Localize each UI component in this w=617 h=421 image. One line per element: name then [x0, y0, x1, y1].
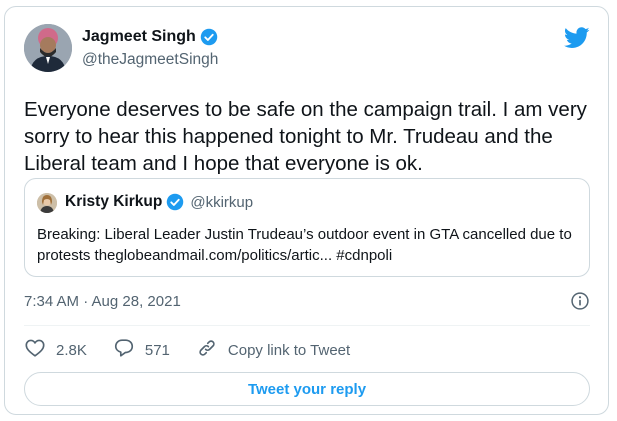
- author-avatar[interactable]: [24, 24, 72, 72]
- reply-button[interactable]: 571: [113, 337, 170, 364]
- quoted-tweet-text: Breaking: Liberal Leader Justin Trudeau’…: [37, 226, 572, 264]
- author-name-row: Jagmeet Singh: [82, 28, 218, 46]
- tweet-meta-row: 7:34 AM · Aug 28, 2021: [24, 290, 590, 312]
- info-icon[interactable]: [570, 291, 590, 311]
- copy-link-label: Copy link to Tweet: [227, 341, 351, 359]
- author-name[interactable]: Jagmeet Singh: [82, 28, 196, 46]
- author-handle[interactable]: @theJagmeetSingh: [82, 51, 218, 69]
- heart-icon: [24, 337, 46, 364]
- link-icon: [196, 337, 218, 364]
- quoted-tweet[interactable]: Kristy Kirkup @kkirkup Breaking: Liberal…: [24, 178, 590, 277]
- copy-link-button[interactable]: Copy link to Tweet: [196, 337, 350, 364]
- tweet-timestamp[interactable]: 7:34 AM · Aug 28, 2021: [24, 293, 181, 310]
- quoted-author-avatar: [37, 193, 57, 213]
- action-bar: 2.8K 571 Copy link to Tweet: [24, 333, 376, 367]
- divider: [24, 325, 590, 326]
- verified-badge-icon: [200, 28, 218, 46]
- speech-bubble-icon: [113, 337, 135, 364]
- like-count: 2.8K: [56, 341, 87, 359]
- reply-count: 571: [144, 341, 170, 359]
- verified-badge-icon: [166, 193, 184, 211]
- tweet-card: Jagmeet Singh @theJagmeetSingh Everyone …: [4, 6, 609, 415]
- quoted-author-name: Kristy Kirkup: [65, 193, 163, 210]
- quoted-author-handle: @kkirkup: [190, 193, 254, 211]
- tweet-text: Everyone deserves to be safe on the camp…: [24, 98, 587, 175]
- tweet-your-reply-button[interactable]: Tweet your reply: [24, 372, 590, 406]
- twitter-bird-icon[interactable]: [563, 27, 590, 54]
- quoted-name-row: Kristy Kirkup @kkirkup: [65, 193, 253, 211]
- like-button[interactable]: 2.8K: [24, 337, 87, 364]
